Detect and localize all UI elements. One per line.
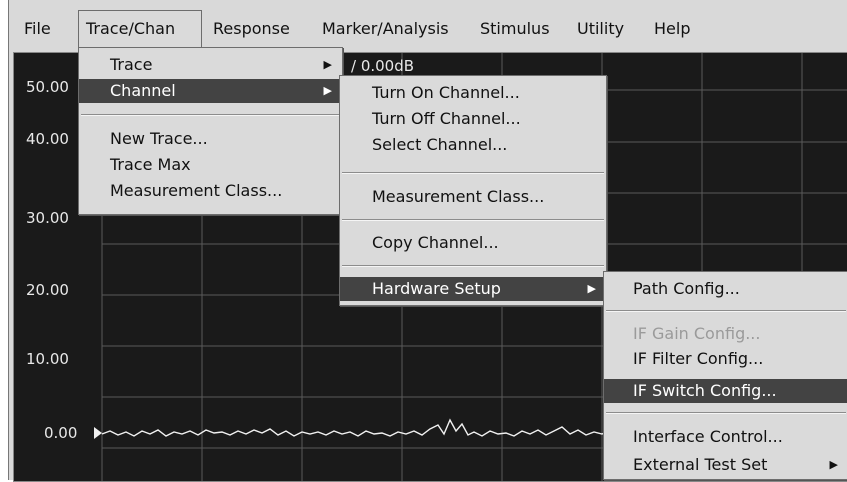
y-axis-label: 0.00	[44, 424, 78, 442]
trace-chan-menu: Trace ▶ Channel ▶ New Trace... Trace Max…	[78, 47, 343, 215]
menu-item-copy-channel[interactable]: Copy Channel...	[340, 231, 606, 255]
menu-stimulus[interactable]: Stimulus	[473, 10, 557, 48]
menu-separator	[342, 172, 604, 174]
submenu-arrow-icon: ▶	[829, 458, 838, 471]
menu-item-trace-max[interactable]: Trace Max	[79, 153, 342, 177]
menu-separator	[342, 219, 604, 221]
y-axis-label: 30.00	[26, 209, 69, 227]
menu-file[interactable]: File	[17, 10, 58, 48]
hardware-setup-submenu: Path Config... IF Gain Config... IF Filt…	[603, 271, 847, 480]
submenu-arrow-icon: ▶	[323, 84, 332, 97]
channel-submenu: Turn On Channel... Turn Off Channel... S…	[339, 75, 607, 306]
menu-item-measurement-class[interactable]: Measurement Class...	[340, 185, 606, 209]
reference-marker-icon	[94, 427, 102, 439]
menu-item-external-test-set[interactable]: External Test Set ▶	[604, 453, 847, 477]
submenu-arrow-icon: ▶	[323, 58, 332, 71]
menu-item-trace[interactable]: Trace ▶	[79, 53, 342, 77]
menu-marker-analysis[interactable]: Marker/Analysis	[315, 10, 456, 48]
menu-separator	[81, 114, 340, 116]
menu-item-path-config[interactable]: Path Config...	[604, 277, 847, 301]
menu-item-if-gain-config: IF Gain Config...	[633, 324, 761, 343]
menu-separator	[606, 412, 846, 414]
menu-item-label: Hardware Setup	[372, 279, 501, 298]
menu-utility[interactable]: Utility	[570, 10, 631, 48]
menu-trace-chan[interactable]: Trace/Chan	[78, 10, 202, 48]
menu-separator	[606, 310, 846, 312]
menu-item-new-trace[interactable]: New Trace...	[79, 127, 342, 151]
y-axis-label: 20.00	[26, 281, 69, 299]
y-axis-label: 40.00	[26, 130, 69, 148]
menu-separator	[342, 265, 604, 267]
y-axis-label: 50.00	[26, 78, 69, 96]
app-window: File Trace/Chan Response Marker/Analysis…	[8, 0, 847, 482]
menu-response[interactable]: Response	[206, 10, 297, 48]
menu-item-turn-off-channel[interactable]: Turn Off Channel...	[340, 107, 606, 131]
submenu-arrow-icon: ▶	[587, 282, 596, 295]
menu-help[interactable]: Help	[647, 10, 697, 48]
menu-item-if-switch-config[interactable]: IF Switch Config...	[604, 379, 847, 403]
menu-item-channel[interactable]: Channel ▶	[79, 79, 342, 103]
menu-bar: File Trace/Chan Response Marker/Analysis…	[9, 10, 847, 48]
menu-item-hardware-setup[interactable]: Hardware Setup ▶	[340, 277, 606, 301]
menu-item-label: Channel	[110, 81, 176, 100]
menu-item-turn-on-channel[interactable]: Turn On Channel...	[340, 81, 606, 105]
menu-item-label: External Test Set	[633, 455, 768, 474]
menu-item-measurement-class[interactable]: Measurement Class...	[79, 179, 342, 203]
menu-item-if-filter-config[interactable]: IF Filter Config...	[604, 347, 847, 371]
y-axis-label: 10.00	[26, 350, 69, 368]
menu-item-interface-control[interactable]: Interface Control...	[604, 425, 847, 449]
menu-item-label: Trace	[110, 55, 153, 74]
menu-item-select-channel[interactable]: Select Channel...	[340, 133, 606, 157]
measurement-trace	[101, 418, 611, 437]
trace-scale-readout: / 0.00dB	[351, 57, 415, 75]
